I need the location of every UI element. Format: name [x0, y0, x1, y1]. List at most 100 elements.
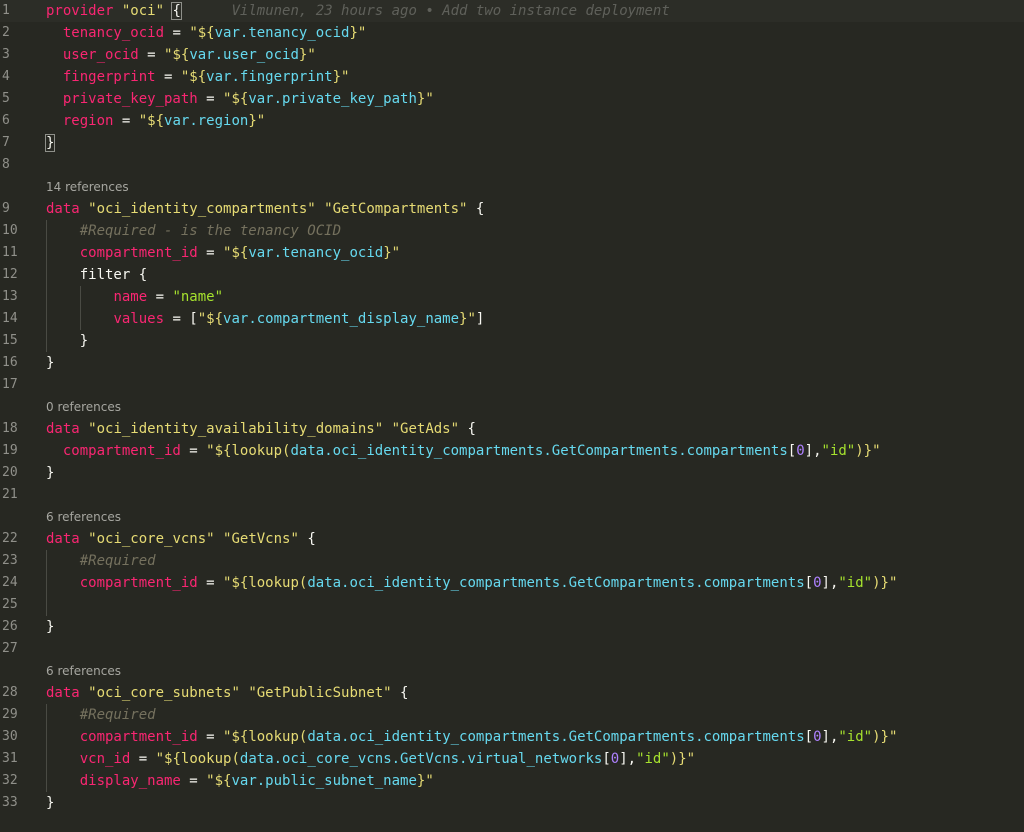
code-line[interactable]: 29 #Required [0, 704, 1024, 726]
code-token: "GetPublicSubnet" [248, 685, 392, 701]
code-token: data.oci_identity_compartments.GetCompar… [290, 443, 788, 459]
code-token: "${ [206, 443, 232, 459]
code-line[interactable]: 31 vcn_id = "${lookup(data.oci_core_vcns… [0, 748, 1024, 770]
code-token: ) [855, 443, 864, 459]
code-line[interactable]: 30 compartment_id = "${lookup(data.oci_i… [0, 726, 1024, 748]
code-token: { [171, 2, 182, 20]
code-line[interactable]: 6 region = "${var.region}" [0, 110, 1024, 132]
code-line[interactable]: 19 compartment_id = "${lookup(data.oci_i… [0, 440, 1024, 462]
line-number: 29 [2, 707, 18, 722]
code-line[interactable]: 33} [0, 792, 1024, 814]
code-token: var.user_ocid [189, 47, 299, 63]
line-number: 31 [2, 751, 18, 766]
code-token: name [113, 289, 148, 305]
code-line[interactable]: 22 data "oci_core_vcns" "GetVcns" { [0, 528, 1024, 550]
code-line[interactable]: 12 filter { [0, 264, 1024, 286]
code-token: = [138, 47, 165, 63]
code-line[interactable]: 24 compartment_id = "${lookup(data.oci_i… [0, 572, 1024, 594]
code-token: "name" [172, 289, 224, 305]
code-token: "id" [636, 751, 670, 767]
code-text: data "oci_identity_compartments" "GetCom… [46, 198, 484, 220]
code-token: 0 [610, 751, 620, 767]
code-line[interactable]: 9 data "oci_identity_compartments" "GetCo… [0, 198, 1024, 220]
codelens-references[interactable]: 6 references [46, 506, 121, 528]
code-token: = [180, 443, 207, 459]
code-line[interactable]: 32 display_name = "${var.public_subnet_n… [0, 770, 1024, 792]
code-text: filter { [46, 264, 147, 286]
code-token: data [46, 421, 80, 437]
code-line[interactable]: 25 [0, 594, 1024, 616]
code-line[interactable]: 13 name = "name" [0, 286, 1024, 308]
codelens-references[interactable]: 14 references [46, 176, 129, 198]
code-token: ) [872, 575, 881, 591]
line-number: 28 [2, 685, 18, 700]
code-token: "GetVcns" [223, 531, 299, 547]
code-token: tenancy_ocid [62, 25, 165, 41]
codelens-references[interactable]: 6 references [46, 660, 121, 682]
code-token: } [46, 795, 55, 811]
code-token: { [391, 685, 409, 701]
code-line[interactable]: 10 #Required - is the tenancy OCID [0, 220, 1024, 242]
line-number: 18 [2, 421, 18, 436]
code-line[interactable]: 15 } [0, 330, 1024, 352]
code-token: = [197, 729, 224, 745]
code-line[interactable]: 3 user_ocid = "${var.user_ocid}" [0, 44, 1024, 66]
code-token: "id" [838, 575, 873, 591]
code-text: region = "${var.region}" [46, 110, 265, 132]
code-line[interactable]: 21 [0, 484, 1024, 506]
line-number: 19 [2, 443, 18, 458]
code-line[interactable]: 11 compartment_id = "${var.tenancy_ocid}… [0, 242, 1024, 264]
code-text: fingerprint = "${var.fingerprint}" [46, 66, 350, 88]
code-editor[interactable]: 1 provider "oci" { Vilmunen, 23 hours ago… [0, 0, 1024, 832]
indent-guide [79, 286, 81, 330]
code-token: values [113, 311, 165, 327]
code-token: "${ [164, 47, 190, 63]
code-line[interactable]: 7} [0, 132, 1024, 154]
code-token: }" [416, 773, 434, 789]
code-token: #Required [79, 553, 156, 569]
code-token: ], [619, 751, 637, 767]
code-token: "oci_core_vcns" [88, 531, 215, 547]
code-line[interactable]: 27 [0, 638, 1024, 660]
code-token: [ [602, 751, 611, 767]
code-token: compartment_id [79, 575, 198, 591]
code-text: #Required [46, 704, 156, 726]
code-line[interactable]: 17 [0, 374, 1024, 396]
line-number: 7 [2, 135, 10, 150]
code-line[interactable]: 5 private_key_path = "${var.private_key_… [0, 88, 1024, 110]
code-line[interactable]: 26} [0, 616, 1024, 638]
line-number: 4 [2, 69, 10, 84]
code-line[interactable]: 2 tenancy_ocid = "${var.tenancy_ocid}" [0, 22, 1024, 44]
code-line[interactable]: 8 [0, 154, 1024, 176]
code-text: display_name = "${var.public_subnet_name… [46, 770, 434, 792]
code-line[interactable]: 20} [0, 462, 1024, 484]
code-token: } [46, 465, 55, 481]
code-line[interactable]: 28 data "oci_core_subnets" "GetPublicSubn… [0, 682, 1024, 704]
code-token: }" [383, 245, 401, 261]
code-token: }" [678, 751, 696, 767]
code-line[interactable]: 16} [0, 352, 1024, 374]
code-line[interactable]: 1 provider "oci" { Vilmunen, 23 hours ago… [0, 0, 1024, 22]
indent-guide [46, 704, 47, 792]
code-line[interactable]: 14 values = ["${var.compartment_display_… [0, 308, 1024, 330]
code-line[interactable]: 23 #Required [0, 550, 1024, 572]
code-token: region [62, 113, 114, 129]
code-token: "id" [838, 729, 873, 745]
code-line[interactable]: 18 data "oci_identity_availability_domain… [0, 418, 1024, 440]
code-text: compartment_id = "${lookup(data.oci_iden… [46, 572, 898, 594]
code-text: data "oci_core_vcns" "GetVcns" { [46, 528, 316, 550]
code-token: } [46, 355, 55, 371]
code-token: fingerprint [62, 69, 156, 85]
code-token: } [46, 333, 89, 349]
code-text: compartment_id = "${lookup(data.oci_iden… [46, 726, 898, 748]
code-line[interactable]: 4 fingerprint = "${var.fingerprint}" [0, 66, 1024, 88]
line-number: 32 [2, 773, 18, 788]
codelens-references[interactable]: 0 references [46, 396, 121, 418]
line-number: 13 [2, 289, 18, 304]
